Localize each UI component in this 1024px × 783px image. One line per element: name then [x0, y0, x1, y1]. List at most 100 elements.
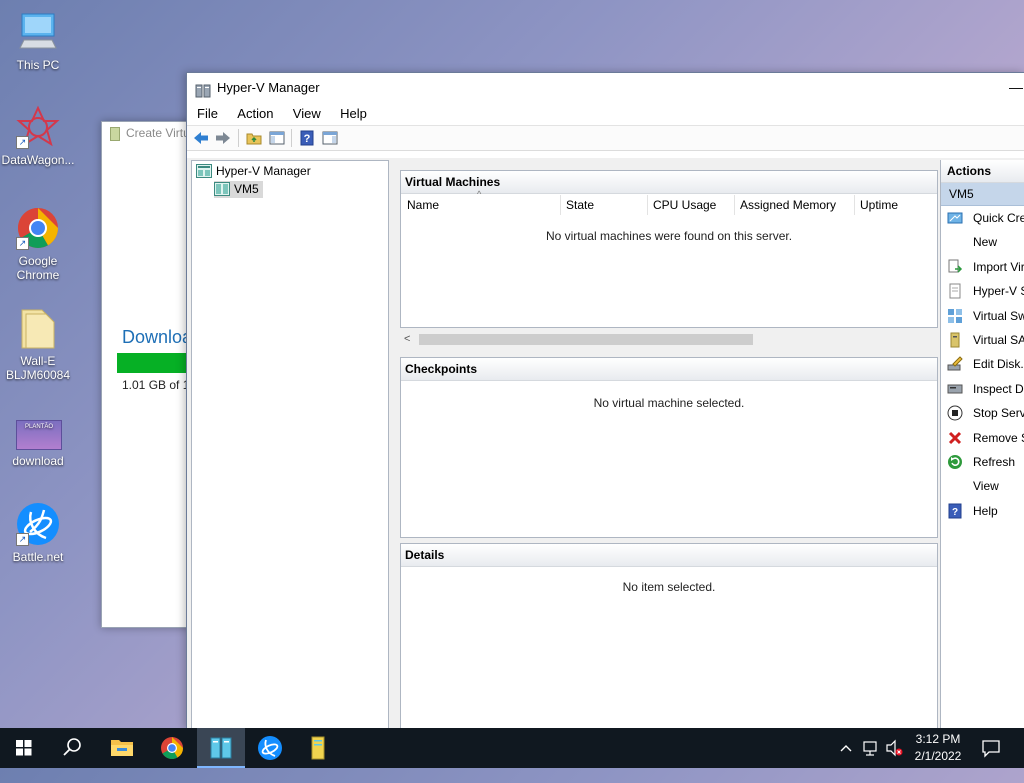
action-import-vir[interactable]: Import Vir [941, 255, 1024, 279]
menu-bar: File Action View Help [187, 103, 1024, 125]
action-label: Import Vir [973, 259, 1024, 274]
this-pc-icon [16, 10, 60, 54]
tree-child-label: VM5 [234, 182, 259, 196]
forward-arrow-icon[interactable] [214, 129, 232, 147]
taskbar-hyper-v-manager[interactable] [197, 728, 245, 768]
scrollbar-thumb[interactable] [419, 334, 753, 345]
results-pane: Virtual Machines Name ^ State CPU Usage … [392, 160, 938, 729]
desktop-icon-download[interactable]: PLANTÃO download [0, 418, 76, 468]
column-cpu-usage[interactable]: CPU Usage [647, 195, 735, 215]
action-quick-cre[interactable]: Quick Cre [941, 206, 1024, 230]
action-remove-s[interactable]: Remove S [941, 426, 1024, 450]
svg-text:?: ? [304, 133, 311, 145]
desktop-icon-label: download [12, 454, 64, 468]
actions-header: Actions [941, 160, 1024, 183]
action-label: Inspect Di [973, 381, 1024, 396]
search-icon [63, 738, 81, 756]
actions-list: Quick Cre New Import Vir Hyper-V S Virtual S… [941, 206, 1024, 523]
create-vm-icon [311, 736, 325, 760]
action-hyper-v-s[interactable]: Hyper-V S [941, 279, 1024, 303]
virtual-san-icon [947, 332, 963, 348]
window-titlebar[interactable]: Hyper-V Manager — [187, 73, 1024, 103]
server-manager-icon [196, 164, 212, 178]
stop-icon [947, 405, 963, 421]
column-assigned-memory[interactable]: Assigned Memory [734, 195, 855, 215]
desktop-icon-datawagon[interactable]: ↗ DataWagon... [0, 105, 76, 167]
taskbar-battle-net[interactable] [246, 728, 294, 768]
start-button[interactable] [0, 728, 48, 768]
shortcut-arrow-icon: ↗ [16, 136, 29, 149]
svg-text:?: ? [952, 507, 958, 518]
hyper-v-manager-window[interactable]: Hyper-V Manager — File Action View Help … [186, 72, 1024, 729]
back-arrow-icon[interactable] [192, 129, 210, 147]
action-virtual-sw[interactable]: Virtual Sw [941, 304, 1024, 328]
desktop-icon-battle-net[interactable]: ↗ Battle.net [0, 502, 76, 564]
help-icon[interactable]: ? [298, 129, 316, 147]
menu-view[interactable]: View [293, 106, 321, 121]
action-label: Hyper-V S [973, 284, 1024, 299]
clock-time: 3:12 PM [915, 732, 961, 746]
actions-section-vm5[interactable]: VM5 [941, 183, 1024, 206]
shortcut-arrow-icon: ↗ [16, 533, 29, 546]
action-label: Remove S [973, 430, 1024, 445]
action-refresh[interactable]: Refresh [941, 450, 1024, 474]
show-hide-action-pane-icon[interactable] [321, 129, 339, 147]
actions-pane: Actions VM5 Quick Cre New Import Vir Hyper-… [940, 160, 1024, 729]
scroll-left-icon[interactable]: < [404, 331, 410, 348]
system-clock[interactable]: 3:12 PM 2/1/2022 [900, 731, 976, 765]
taskbar-file-explorer[interactable] [98, 728, 146, 768]
search-button[interactable] [48, 728, 96, 768]
action-stop-servi[interactable]: Stop Servi [941, 401, 1024, 425]
horizontal-scrollbar[interactable]: < [401, 331, 937, 348]
show-hide-console-tree-icon[interactable] [268, 129, 286, 147]
chevron-up-icon [840, 745, 852, 752]
action-view[interactable]: View [941, 474, 1024, 498]
action-label: New [973, 235, 998, 250]
windows-logo-icon [16, 740, 32, 756]
edit-disk-icon [947, 356, 963, 372]
help-icon: ? [947, 503, 963, 519]
minimize-button[interactable]: — [1009, 73, 1023, 103]
action-help[interactable]: ? Help [941, 499, 1024, 523]
action-inspect-di[interactable]: Inspect Di [941, 377, 1024, 401]
hyper-v-app-icon [195, 80, 211, 98]
desktop-icon-label: This PC [16, 58, 60, 72]
tree-item-vm5[interactable]: VM5 [214, 181, 263, 198]
hyper-v-icon [210, 737, 232, 759]
tree-item-hyper-v-manager[interactable]: Hyper-V Manager [196, 163, 311, 180]
action-label: Refresh [973, 454, 1016, 469]
menu-file[interactable]: File [197, 106, 218, 121]
action-label: Stop Servi [973, 406, 1024, 421]
action-label: Virtual Sw [973, 308, 1024, 323]
virtual-machines-header: Virtual Machines [401, 171, 937, 194]
checkpoints-panel: Checkpoints No virtual machine selected. [400, 357, 938, 538]
desktop-icon-wall-e[interactable]: Wall-E BLJM60084 [0, 306, 76, 382]
taskbar-chrome[interactable] [148, 728, 196, 768]
desktop-icon-label: Google Chrome [16, 254, 60, 282]
datawagon-icon: ↗ [16, 105, 60, 149]
taskbar-create-vm[interactable] [294, 728, 342, 768]
column-uptime[interactable]: Uptime [854, 195, 937, 215]
console-tree: Hyper-V Manager VM5 [191, 160, 389, 729]
column-state[interactable]: State [560, 195, 648, 215]
sort-ascending-icon: ^ [477, 189, 482, 199]
taskbar: 3:12 PM 2/1/2022 [0, 728, 1024, 768]
tree-root-label: Hyper-V Manager [216, 164, 311, 178]
toolbar-separator [238, 129, 239, 147]
action-edit-disk[interactable]: Edit Disk... [941, 352, 1024, 376]
folder-icon [16, 306, 60, 350]
up-folder-icon[interactable] [245, 129, 263, 147]
action-new[interactable]: New [941, 230, 1024, 254]
create-vm-title: Create Virtu [126, 126, 190, 140]
menu-help[interactable]: Help [340, 106, 367, 121]
desktop-icon-this-pc[interactable]: This PC [0, 10, 76, 72]
action-label: Help [973, 503, 998, 518]
show-hidden-icons-button[interactable] [838, 728, 854, 768]
network-tray-button[interactable] [861, 728, 881, 768]
chrome-icon: ↗ [16, 206, 60, 250]
create-vm-app-icon [110, 127, 120, 141]
menu-action[interactable]: Action [237, 106, 273, 121]
action-virtual-sa[interactable]: Virtual SA [941, 328, 1024, 352]
action-center-button[interactable] [980, 737, 1002, 759]
desktop-icon-google-chrome[interactable]: ↗ Google Chrome [0, 206, 76, 282]
